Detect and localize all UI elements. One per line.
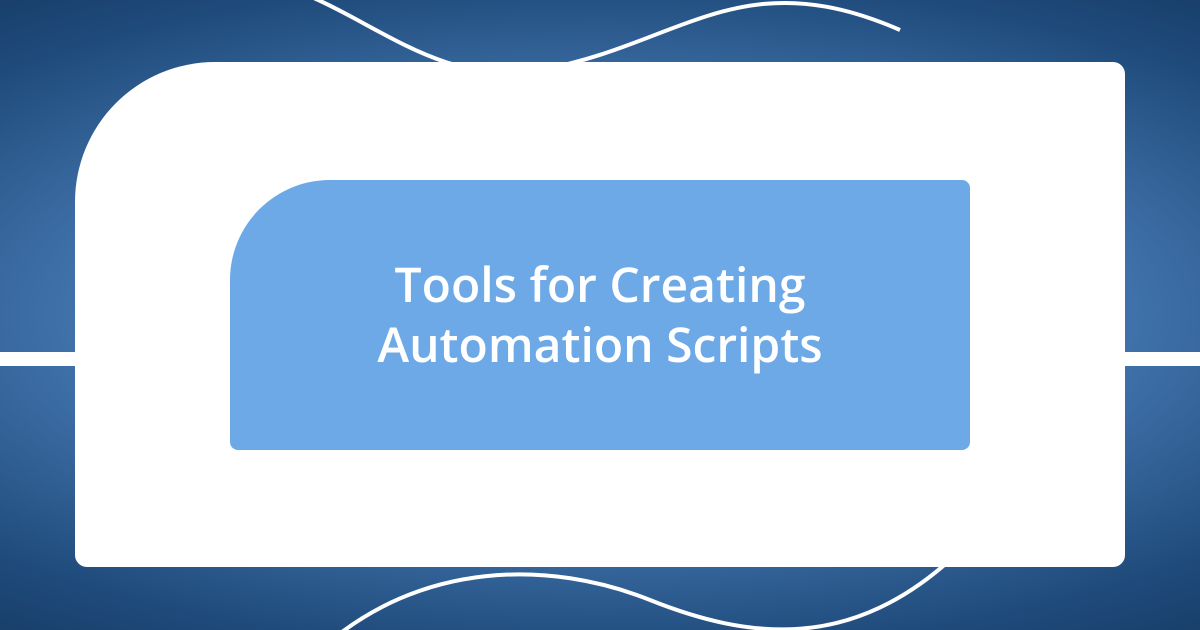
inner-card: Tools for Creating Automation Scripts <box>230 180 970 450</box>
card-title: Tools for Creating Automation Scripts <box>270 255 930 375</box>
